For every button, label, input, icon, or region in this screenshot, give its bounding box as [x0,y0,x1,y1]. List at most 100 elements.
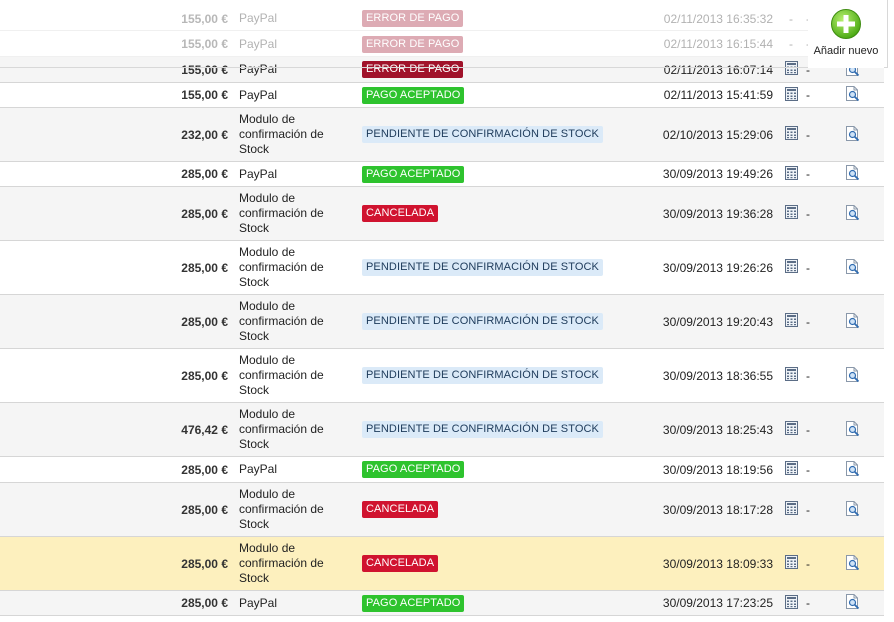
status-badge: ERROR DE PAGO [362,61,464,78]
view-order-cell[interactable] [843,457,861,482]
order-date: 30/09/2013 19:49:26 [662,167,773,181]
invoice-icon[interactable] [784,313,798,330]
view-order-cell[interactable] [843,403,861,456]
invoice-icon[interactable] [784,461,798,478]
delivery-slip: - [806,88,810,102]
view-order-cell[interactable] [843,241,861,294]
invoice-text: - [789,37,793,51]
order-total: 285,00 € [181,502,228,517]
add-new-button[interactable]: Añadir nuevo [808,8,884,68]
table-row[interactable]: 285,00 € Modulo de confirmación de Stock… [0,483,884,537]
order-date: 30/09/2013 18:25:43 [662,422,773,437]
delivery-slip: - [806,422,810,437]
invoice-cell[interactable] [784,108,798,161]
invoice-cell[interactable] [784,349,798,402]
add-new-label: Añadir nuevo [813,45,879,57]
view-details-icon[interactable] [844,125,861,145]
view-details-icon[interactable] [844,204,861,224]
table-row[interactable]: 285,00 € Modulo de confirmación de Stock… [0,537,884,591]
invoice-cell[interactable]: - [784,32,798,56]
view-details-icon[interactable] [844,164,861,184]
table-row[interactable]: 285,00 € PayPal PAGO ACEPTADO 30/09/2013… [0,457,884,483]
invoice-cell[interactable] [784,241,798,294]
table-row[interactable]: 155,00 € PayPal ERROR DE PAGO 02/11/2013… [0,57,884,83]
table-row[interactable]: 285,00 € PayPal PAGO ACEPTADO 30/09/2013… [0,162,884,187]
view-details-icon[interactable] [844,500,861,520]
invoice-cell[interactable] [784,295,798,348]
table-row[interactable]: 285,00 € Modulo de confirmación de Stock… [0,187,884,241]
table-row[interactable]: 155,00 € PayPal ERROR DE PAGO 02/11/2013… [0,32,884,57]
view-order-cell[interactable] [843,483,861,536]
payment-method: PayPal [239,36,278,51]
invoice-cell[interactable] [784,162,798,186]
payment-method: PayPal [239,595,278,610]
table-row[interactable]: 285,00 € Modulo de confirmación de Stock… [0,241,884,295]
invoice-icon[interactable] [784,86,798,104]
view-order-cell[interactable] [843,187,861,240]
delivery-slip: - [806,462,810,477]
table-row[interactable]: 285,00 € PayPal PAGO ACEPTADO 30/09/2013… [0,591,884,616]
order-date: 02/11/2013 16:35:32 [663,11,773,26]
order-date: 30/09/2013 19:26:26 [662,260,773,275]
view-details-icon[interactable] [844,554,861,574]
invoice-cell[interactable] [784,483,798,536]
payment-method: Modulo de confirmación de Stock [239,353,324,397]
delivery-slip: - [806,127,810,142]
status-badge: PAGO ACEPTADO [362,461,465,478]
invoice-icon[interactable] [784,501,798,518]
invoice-cell[interactable]: - [784,7,798,30]
status-badge: PENDIENTE DE CONFIRMACIÓN DE STOCK [362,259,603,276]
table-row[interactable]: 155,00 € PayPal ERROR DE PAGO 02/11/2013… [0,7,884,31]
invoice-cell[interactable] [784,457,798,482]
order-total: 476,42 € [181,422,228,437]
payment-method: Modulo de confirmación de Stock [239,407,324,451]
invoice-icon[interactable] [784,421,798,438]
invoice-icon[interactable] [784,126,798,143]
invoice-cell[interactable] [784,403,798,456]
view-details-icon[interactable] [844,258,861,278]
status-badge: ERROR DE PAGO [362,35,464,53]
invoice-cell[interactable] [784,591,798,615]
invoice-icon[interactable] [784,259,798,276]
status-badge: CANCELADA [362,555,439,572]
invoice-cell[interactable] [784,57,798,82]
view-details-icon[interactable] [844,366,861,386]
order-date: 30/09/2013 19:20:43 [662,314,773,329]
invoice-icon[interactable] [784,165,798,183]
view-order-cell[interactable] [843,108,861,161]
invoice-icon[interactable] [784,205,798,222]
order-total: 285,00 € [181,462,228,477]
invoice-cell[interactable] [784,83,798,107]
invoice-icon[interactable] [784,367,798,384]
delivery-slip: - [806,206,810,221]
invoice-icon[interactable] [784,594,798,612]
invoice-icon[interactable] [784,61,798,78]
order-date: 02/11/2013 16:07:14 [663,62,773,77]
order-date: 30/09/2013 19:36:28 [662,206,773,221]
view-order-cell[interactable] [843,83,861,107]
invoice-cell[interactable] [784,537,798,590]
payment-method: Modulo de confirmación de Stock [239,487,324,531]
view-order-cell[interactable] [843,295,861,348]
table-row[interactable]: 285,00 € Modulo de confirmación de Stock… [0,349,884,403]
view-order-cell[interactable] [843,349,861,402]
table-row[interactable]: 285,00 € Modulo de confirmación de Stock… [0,295,884,349]
invoice-cell[interactable] [784,187,798,240]
status-badge: CANCELADA [362,501,439,518]
view-order-cell[interactable] [843,591,861,615]
view-details-icon[interactable] [844,312,861,332]
order-total: 285,00 € [181,368,228,383]
payment-method: Modulo de confirmación de Stock [239,541,324,585]
view-details-icon[interactable] [844,460,861,480]
table-row[interactable]: 155,00 € PayPal PAGO ACEPTADO 02/11/2013… [0,83,884,108]
table-row[interactable]: 476,42 € Modulo de confirmación de Stock… [0,403,884,457]
order-date: 30/09/2013 18:36:55 [662,368,773,383]
invoice-icon[interactable] [784,555,798,572]
order-total: 155,00 € [181,88,228,102]
view-order-cell[interactable] [843,537,861,590]
view-details-icon[interactable] [844,420,861,440]
view-details-icon[interactable] [844,593,861,613]
view-order-cell[interactable] [843,162,861,186]
table-row[interactable]: 232,00 € Modulo de confirmación de Stock… [0,108,884,162]
view-details-icon[interactable] [844,85,861,105]
